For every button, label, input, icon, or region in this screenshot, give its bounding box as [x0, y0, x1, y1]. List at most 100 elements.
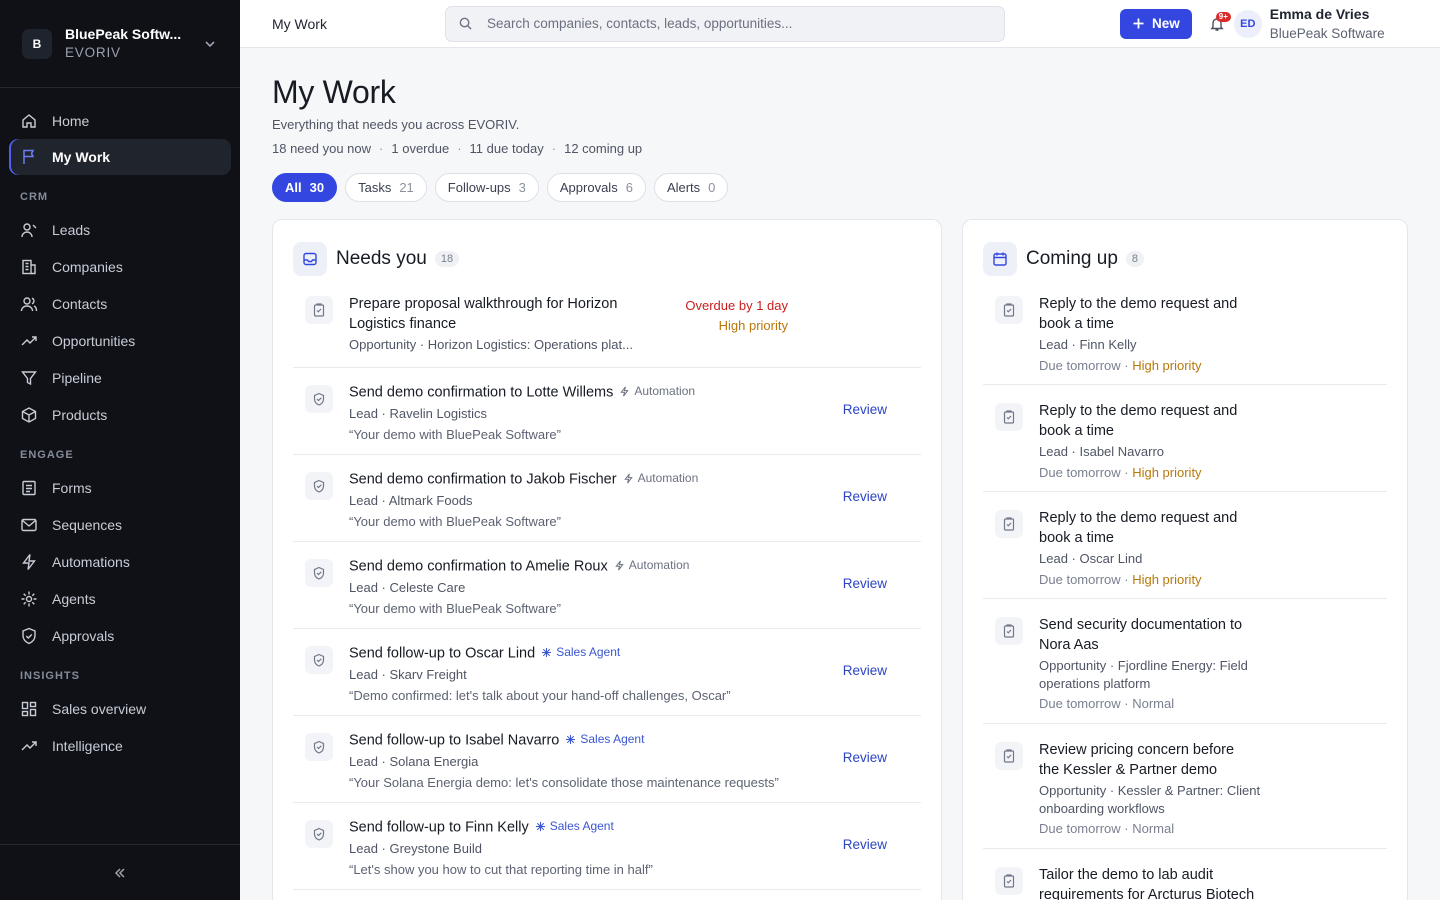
- stat-coming-up: 12 coming up: [564, 141, 643, 156]
- top-bar-title: My Work: [272, 15, 327, 32]
- workspace-avatar: B: [22, 28, 52, 59]
- item-meta: Lead · Finn Kelly: [1039, 337, 1137, 352]
- review-button[interactable]: Review: [843, 663, 887, 678]
- item-title: Reply to the demo request and book a tim…: [1039, 296, 1238, 332]
- stat-due-today: 11 due today: [469, 141, 544, 156]
- mail-icon: [21, 518, 37, 531]
- search-input[interactable]: [487, 16, 987, 31]
- nav-label: Contacts: [52, 295, 108, 312]
- chip-label: Tasks: [358, 180, 392, 195]
- nav-label: Products: [52, 406, 108, 423]
- list-item[interactable]: Send demo confirmation to Lotte Willems A…: [293, 368, 921, 455]
- shield-icon: [305, 385, 333, 413]
- nav-item-sales-overview[interactable]: Sales overview: [0, 690, 240, 727]
- nav-item-companies[interactable]: Companies: [0, 248, 240, 285]
- list-item[interactable]: Send follow-up to Oscar Lind Sales Agent …: [293, 629, 921, 716]
- nav-item-sequences[interactable]: Sequences: [0, 506, 240, 543]
- list-item[interactable]: Reply to the demo request and book a tim…: [983, 492, 1387, 599]
- item-meta: Lead · Solana Energia: [349, 753, 479, 769]
- list-item[interactable]: Send follow-up to Isabel Navarro Sales Ag…: [293, 716, 921, 803]
- list-item[interactable]: Send follow-up to Finn Kelly Sales Agent …: [293, 803, 921, 890]
- collapse-sidebar-button[interactable]: [0, 844, 240, 900]
- review-button[interactable]: Review: [843, 489, 887, 504]
- filter-follow-ups[interactable]: Follow-ups 3: [434, 173, 539, 202]
- nav-item-contacts[interactable]: Contacts: [0, 285, 240, 322]
- chip-count: 0: [708, 180, 716, 195]
- nav-item-products[interactable]: Products: [0, 396, 240, 433]
- top-bar: My Work New 9+ ED Emma de Vries BluePeak…: [240, 0, 1440, 48]
- item-title: Send demo confirmation to Lotte Willems: [349, 384, 614, 401]
- automation-tag: Automation: [619, 381, 695, 401]
- item-quote: “Your demo with BluePeak Software”: [349, 426, 561, 442]
- coming-up-panel: Coming up 8 Reply to the demo request an…: [962, 219, 1408, 900]
- filter-approvals[interactable]: Approvals 6: [546, 173, 646, 202]
- shield-check-icon: [22, 627, 36, 644]
- priority: Normal: [1132, 821, 1175, 836]
- new-button[interactable]: New: [1120, 8, 1192, 39]
- nav-item-opportunities[interactable]: Opportunities: [0, 322, 240, 359]
- notifications-button[interactable]: 9+: [1204, 9, 1231, 39]
- lightning-icon: [614, 560, 624, 570]
- nav-item-intelligence[interactable]: Intelligence: [0, 727, 240, 764]
- item-title: Send demo confirmation to Amelie Roux: [349, 558, 608, 575]
- nav-label: Automations: [52, 553, 130, 570]
- filter-tasks[interactable]: Tasks 21: [345, 173, 427, 202]
- nav-item-approvals[interactable]: Approvals: [0, 617, 240, 654]
- filter-alerts[interactable]: Alerts 0: [653, 173, 729, 202]
- review-button[interactable]: Review: [843, 750, 887, 765]
- automation-tag: Automation: [623, 468, 698, 488]
- review-button[interactable]: Review: [843, 837, 887, 852]
- needs-you-panel: Needs you 18 Prepare proposal walkthroug…: [272, 219, 942, 900]
- nav-item-leads[interactable]: Leads: [0, 211, 240, 248]
- building-icon: [22, 259, 36, 274]
- list-item[interactable]: Review pricing concern before the Kessle…: [983, 724, 1387, 849]
- priority: High priority: [1132, 572, 1202, 587]
- sales-agent-tag: Sales Agent: [565, 729, 644, 749]
- nav-item-forms[interactable]: Forms: [0, 469, 240, 506]
- nav-item-home[interactable]: Home: [0, 102, 240, 139]
- list-item[interactable]: Send security documentation to Nora Aas …: [983, 599, 1387, 724]
- clipboard-icon: [995, 510, 1023, 538]
- sparkle-icon: [566, 734, 576, 744]
- list-item[interactable]: Reply to the demo request and book a tim…: [983, 278, 1387, 385]
- nav-item-pipeline[interactable]: Pipeline: [0, 359, 240, 396]
- item-title: Prepare proposal walkthrough for Horizon…: [349, 296, 618, 332]
- trend-up-icon: [21, 335, 37, 345]
- list-item[interactable]: Send demo confirmation to Jakob Fischer A…: [293, 455, 921, 542]
- list-item[interactable]: Send demo confirmation to Amelie Roux Aut…: [293, 542, 921, 629]
- notification-count-badge: 9+: [1215, 11, 1231, 23]
- stat-need-now: 18 need you now: [272, 141, 372, 156]
- nav-item-automations[interactable]: Automations: [0, 543, 240, 580]
- list-item[interactable]: Tailor the demo to lab audit requirement…: [983, 849, 1387, 900]
- form-icon: [22, 480, 36, 495]
- chevrons-left-icon: [114, 867, 125, 878]
- user-plus-icon: [21, 222, 37, 237]
- page-title: My Work: [272, 74, 396, 110]
- new-button-label: New: [1152, 16, 1180, 31]
- user-avatar[interactable]: ED: [1233, 9, 1262, 38]
- nav-item-agents[interactable]: Agents: [0, 580, 240, 617]
- list-item[interactable]: Prepare proposal walkthrough for Horizon…: [293, 278, 921, 368]
- item-meta: Lead · Isabel Navarro: [1039, 444, 1165, 459]
- user-menu[interactable]: Emma de Vries BluePeak Software: [1270, 4, 1385, 44]
- filter-all[interactable]: All 30: [272, 173, 338, 202]
- review-button[interactable]: Review: [843, 576, 887, 591]
- box-icon: [21, 406, 37, 423]
- panel-title: Needs you: [336, 248, 427, 269]
- chip-count: 30: [309, 180, 325, 195]
- list-item[interactable]: Reply to the demo request and book a tim…: [983, 385, 1387, 492]
- sparkle-icon: [542, 647, 552, 657]
- item-title: Review pricing concern before the Kessle…: [1039, 742, 1235, 778]
- workspace-switcher[interactable]: B BluePeak Softw... EVORIV: [0, 0, 240, 88]
- due-date: Due tomorrow: [1039, 572, 1121, 587]
- review-button[interactable]: Review: [843, 402, 887, 417]
- global-search[interactable]: [445, 5, 1005, 42]
- nav-label: My Work: [52, 149, 111, 165]
- user-org: BluePeak Software: [1269, 25, 1385, 41]
- trend-up-icon: [21, 740, 37, 750]
- clipboard-icon: [995, 617, 1023, 645]
- chip-label: Alerts: [666, 180, 701, 195]
- panel-title: Coming up: [1026, 248, 1118, 269]
- nav-label: Pipeline: [52, 369, 102, 386]
- nav-item-my-work[interactable]: My Work: [9, 139, 231, 175]
